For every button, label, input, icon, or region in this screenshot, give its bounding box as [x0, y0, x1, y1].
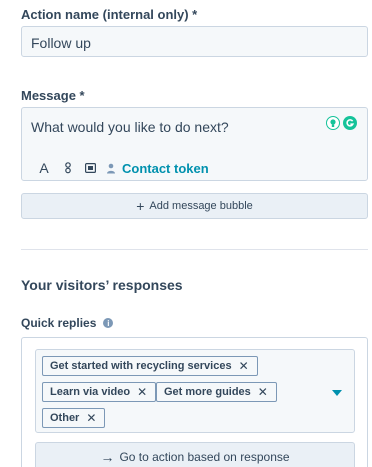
contact-token-button[interactable]: Contact token	[122, 161, 209, 176]
quick-reply-tag-label: Get started with recycling services	[50, 360, 232, 372]
quick-replies-panel: Get started with recycling services ✕ Le…	[21, 337, 368, 467]
message-toolbar: A Contact token	[36, 160, 209, 176]
responses-section-title: Your visitors’ responses	[21, 277, 183, 293]
bulb-icon[interactable]	[326, 116, 340, 130]
snippet-icon[interactable]	[57, 162, 79, 174]
go-to-action-button[interactable]: → Go to action based on response	[35, 442, 355, 467]
grammarly-icon[interactable]	[343, 116, 357, 130]
media-icon[interactable]	[80, 163, 100, 173]
add-message-bubble-button[interactable]: + Add message bubble	[21, 193, 368, 219]
quick-reply-tag: Get more guides ✕	[156, 382, 277, 402]
section-divider	[21, 249, 368, 250]
message-label: Message *	[21, 88, 85, 103]
action-name-field[interactable]: Follow up	[21, 26, 368, 57]
quick-reply-tag-label: Other	[50, 412, 80, 424]
quick-replies-label: Quick replies i	[21, 316, 114, 330]
remove-tag-icon[interactable]: ✕	[239, 359, 249, 373]
quick-reply-tag-label: Get more guides	[164, 386, 251, 398]
plus-icon: +	[136, 198, 145, 214]
action-name-label: Action name (internal only) *	[21, 7, 198, 22]
message-text[interactable]: What would you like to do next?	[31, 119, 229, 135]
remove-tag-icon[interactable]: ✕	[86, 411, 96, 425]
quick-replies-select[interactable]: Get started with recycling services ✕ Le…	[35, 349, 355, 433]
quick-reply-tag-label: Learn via video	[50, 386, 131, 398]
remove-tag-icon[interactable]: ✕	[258, 385, 268, 399]
text-style-icon[interactable]: A	[36, 160, 52, 176]
chevron-down-icon[interactable]	[332, 390, 342, 396]
contact-person-icon[interactable]	[104, 163, 118, 174]
add-message-bubble-label: Add message bubble	[149, 200, 253, 212]
quick-reply-tag: Learn via video ✕	[42, 382, 157, 402]
remove-tag-icon[interactable]: ✕	[137, 385, 147, 399]
quick-replies-label-text: Quick replies	[21, 316, 97, 330]
arrow-right-icon: →	[100, 449, 115, 465]
quick-reply-tag: Other ✕	[42, 408, 106, 428]
action-name-value[interactable]: Follow up	[31, 35, 91, 51]
info-icon[interactable]: i	[103, 318, 114, 328]
quick-reply-tag: Get started with recycling services ✕	[42, 356, 258, 376]
message-editor[interactable]: What would you like to do next? A Contac…	[21, 107, 368, 181]
go-to-action-label: Go to action based on response	[119, 450, 290, 464]
